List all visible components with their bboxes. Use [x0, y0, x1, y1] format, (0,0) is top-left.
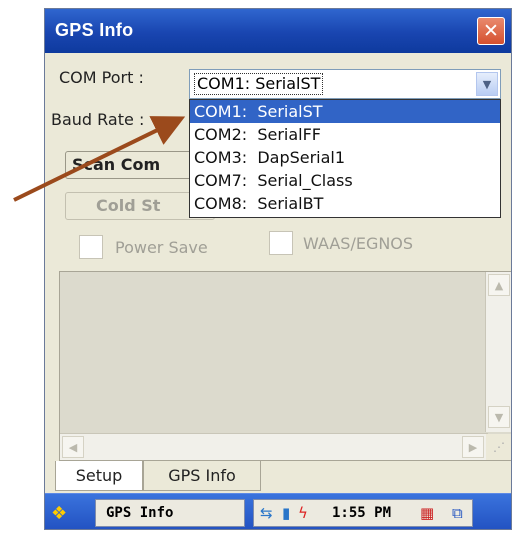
annotation-arrow	[13, 116, 186, 202]
